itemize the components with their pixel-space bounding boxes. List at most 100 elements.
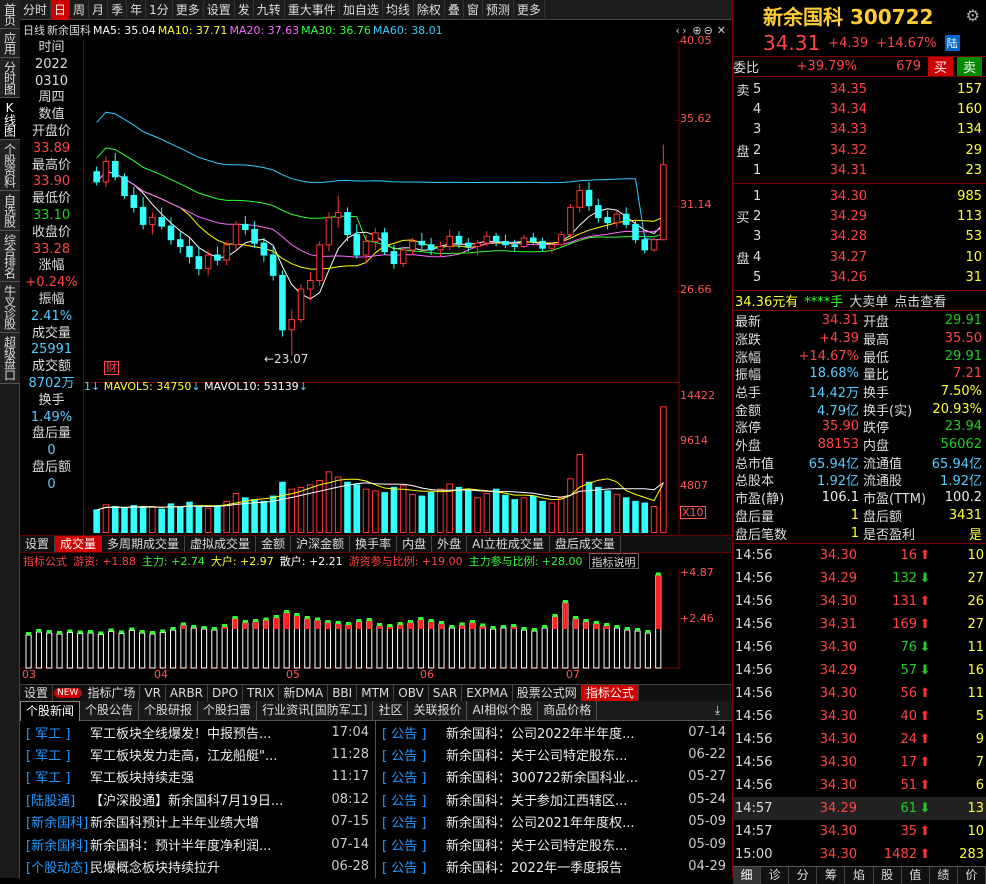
formula-tab[interactable]: DPO — [208, 685, 243, 701]
toolbar-item[interactable]: 均线 — [383, 0, 414, 20]
indicator-chart[interactable] — [20, 569, 680, 669]
toolbar-item[interactable]: 叠 — [445, 0, 464, 20]
volume-tab[interactable]: 盘后成交量 — [550, 536, 621, 552]
download-icon[interactable]: ⤓ — [715, 703, 720, 718]
formula-tab[interactable]: OBV — [394, 685, 429, 701]
big-order-link[interactable]: 点击查看 — [894, 291, 946, 310]
tick-row[interactable]: 14:56 34.29 57 ⬇ 16 — [733, 659, 986, 682]
news-item[interactable]: [新余国科] 新余国科预计上半年业绩大增 07-15 — [20, 811, 375, 833]
volume-tab[interactable]: 外盘 — [432, 536, 468, 552]
toolbar-item[interactable]: 月 — [89, 0, 109, 20]
finance-marker[interactable]: 财 — [104, 361, 119, 375]
left-nav-item[interactable]: 自选股 — [0, 191, 20, 231]
news-tab[interactable]: 个股新闻 — [20, 700, 81, 721]
formula-tab[interactable]: NEW — [54, 688, 83, 698]
toolbar-item[interactable]: 年 — [127, 0, 147, 20]
big-order-row[interactable]: 34.36元有 ****手 大卖单 点击查看 — [733, 291, 986, 311]
detail-tab[interactable]: 焰 — [845, 866, 874, 884]
toolbar-item[interactable]: 周 — [70, 0, 90, 20]
tick-row[interactable]: 15:00 34.30 1482 ⬆ 283 — [733, 843, 986, 866]
left-nav-item[interactable]: 分时图 — [0, 58, 20, 98]
news-tab[interactable]: 商品价格 — [538, 701, 598, 720]
formula-tab[interactable]: 股票公式网 — [513, 685, 582, 701]
close-icon[interactable]: ✕ — [717, 24, 726, 37]
formula-tab[interactable]: TRIX — [243, 685, 280, 701]
toolbar-item[interactable]: 分时 — [20, 0, 52, 20]
left-nav-item[interactable]: 个股资料 — [0, 140, 20, 191]
news-item[interactable]: [个股动态] 民爆概念板块持续拉升 06-28 — [20, 855, 375, 877]
news-tab[interactable]: 个股研报 — [139, 701, 199, 720]
news-tab[interactable]: 关联报价 — [408, 701, 468, 720]
formula-tab[interactable]: 指标广场 — [83, 685, 141, 701]
order-book-row[interactable]: 3 34.28 53 — [733, 227, 986, 247]
volume-tab[interactable]: 设置 — [20, 536, 56, 552]
detail-tab[interactable]: 股 — [874, 866, 902, 884]
tick-row[interactable]: 14:56 34.30 16 ⬆ 10 — [733, 544, 986, 567]
formula-tab[interactable]: MTM — [357, 685, 395, 701]
news-item[interactable]: [ 公告 ] 新余国科：公司2022年半年度... 07-14 — [376, 721, 732, 743]
news-tab[interactable]: 社区 — [373, 701, 409, 720]
detail-tab[interactable]: 价 — [958, 866, 986, 884]
formula-tab[interactable]: VR — [140, 685, 166, 701]
detail-tab[interactable]: 筹 — [817, 866, 846, 884]
sell-button[interactable]: 卖 — [956, 57, 982, 76]
toolbar-item[interactable]: 窗 — [464, 0, 483, 20]
left-nav-item[interactable]: 牛叉诊股 — [0, 282, 20, 333]
news-item[interactable]: [ 公告 ] 新余国科：公司2021年年度权... 05-09 — [376, 811, 732, 833]
news-item[interactable]: [陆股通] 【沪深股通】新余国科7月19日... 08:12 — [20, 788, 375, 810]
tick-row[interactable]: 14:56 34.30 56 ⬆ 11 — [733, 682, 986, 705]
left-nav-item[interactable]: 应用 — [0, 29, 20, 58]
news-item[interactable]: [ 军工 ] 军工板块持续走强 11:17 — [20, 766, 375, 788]
toolbar-item[interactable]: 设置 — [204, 0, 235, 20]
order-book-row[interactable]: 卖 5 34.35 157 — [733, 79, 986, 99]
news-item[interactable]: [ 军工 ] 军工板块全线爆发！中报预告... 17:04 — [20, 721, 375, 743]
order-book-row[interactable]: 盘 2 34.32 29 — [733, 140, 986, 160]
left-nav-item[interactable]: 首页 — [0, 0, 20, 29]
toolbar-item[interactable]: 九转 — [254, 0, 285, 20]
toolbar-item[interactable]: 更多 — [173, 0, 204, 20]
tick-row[interactable]: 14:56 34.30 17 ⬆ 7 — [733, 751, 986, 774]
buy-button[interactable]: 买 — [927, 57, 953, 76]
news-tab[interactable]: AI相似个股 — [467, 701, 539, 720]
order-book-row[interactable]: 盘 4 34.27 10 — [733, 247, 986, 267]
tick-row[interactable]: 14:56 34.30 40 ⬆ 5 — [733, 705, 986, 728]
order-book-row[interactable]: 买 2 34.29 113 — [733, 206, 986, 226]
tick-row[interactable]: 14:57 34.30 35 ⬆ 10 — [733, 820, 986, 843]
volume-tab[interactable]: 成交量 — [55, 536, 103, 552]
news-item[interactable]: [ 军工 ] 军工板块发力走高，江龙船艇"... 11:28 — [20, 743, 375, 765]
order-book-row[interactable]: 5 34.26 31 — [733, 268, 986, 288]
tick-row[interactable]: 14:56 34.31 169 ⬆ 27 — [733, 613, 986, 636]
gear-icon[interactable]: ⚙ — [966, 6, 980, 25]
news-tab[interactable]: 个股扫雷 — [198, 701, 258, 720]
toolbar-item[interactable]: 发 — [235, 0, 254, 20]
news-tab[interactable]: 个股公告 — [80, 701, 140, 720]
tick-row[interactable]: 14:56 34.30 24 ⬆ 9 — [733, 728, 986, 751]
formula-tab[interactable]: 设置 — [20, 685, 54, 701]
news-item[interactable]: [ 公告 ] 新余国科：300722新余国科业... 05-27 — [376, 766, 732, 788]
tick-row[interactable]: 14:57 34.29 61 ⬇ 13 — [733, 796, 986, 820]
left-nav-item[interactable]: 超级盘口 — [0, 333, 20, 384]
volume-tab[interactable]: 沪深金额 — [291, 536, 351, 552]
news-item[interactable]: [ 公告 ] 新余国科：2022年一季度报告 04-29 — [376, 855, 732, 877]
detail-tab[interactable]: 分 — [789, 866, 818, 884]
formula-tab[interactable]: EXPMA — [462, 685, 513, 701]
formula-tab[interactable]: SAR — [429, 685, 463, 701]
toolbar-item[interactable]: 日 — [51, 0, 71, 20]
tick-row[interactable]: 14:56 34.29 132 ⬇ 27 — [733, 567, 986, 590]
left-nav-item[interactable]: 综合排名 — [0, 231, 20, 282]
news-item[interactable]: [新余国科] 新余国科：预计半年度净利润... 07-14 — [20, 833, 375, 855]
volume-tab[interactable]: 虚拟成交量 — [185, 536, 257, 552]
formula-tab[interactable]: BBI — [328, 685, 358, 701]
formula-tab[interactable]: 指标公式 — [581, 685, 639, 701]
news-item[interactable]: [ 公告 ] 新余国科：关于公司特定股东... 06-22 — [376, 743, 732, 765]
toolbar-item[interactable]: 加自选 — [340, 0, 383, 20]
detail-tab[interactable]: 值 — [902, 866, 930, 884]
volume-tab[interactable]: 金额 — [256, 536, 292, 552]
news-tab[interactable]: 行业资讯[国防军工] — [257, 701, 374, 720]
left-nav-item[interactable]: K线图 — [0, 98, 20, 140]
detail-tab[interactable]: 绩 — [930, 866, 958, 884]
toolbar-item[interactable]: 预测 — [483, 0, 514, 20]
toolbar-item[interactable]: 重大事件 — [285, 0, 340, 20]
order-book-row[interactable]: 3 34.33 134 — [733, 120, 986, 140]
volume-tab[interactable]: 内盘 — [397, 536, 433, 552]
